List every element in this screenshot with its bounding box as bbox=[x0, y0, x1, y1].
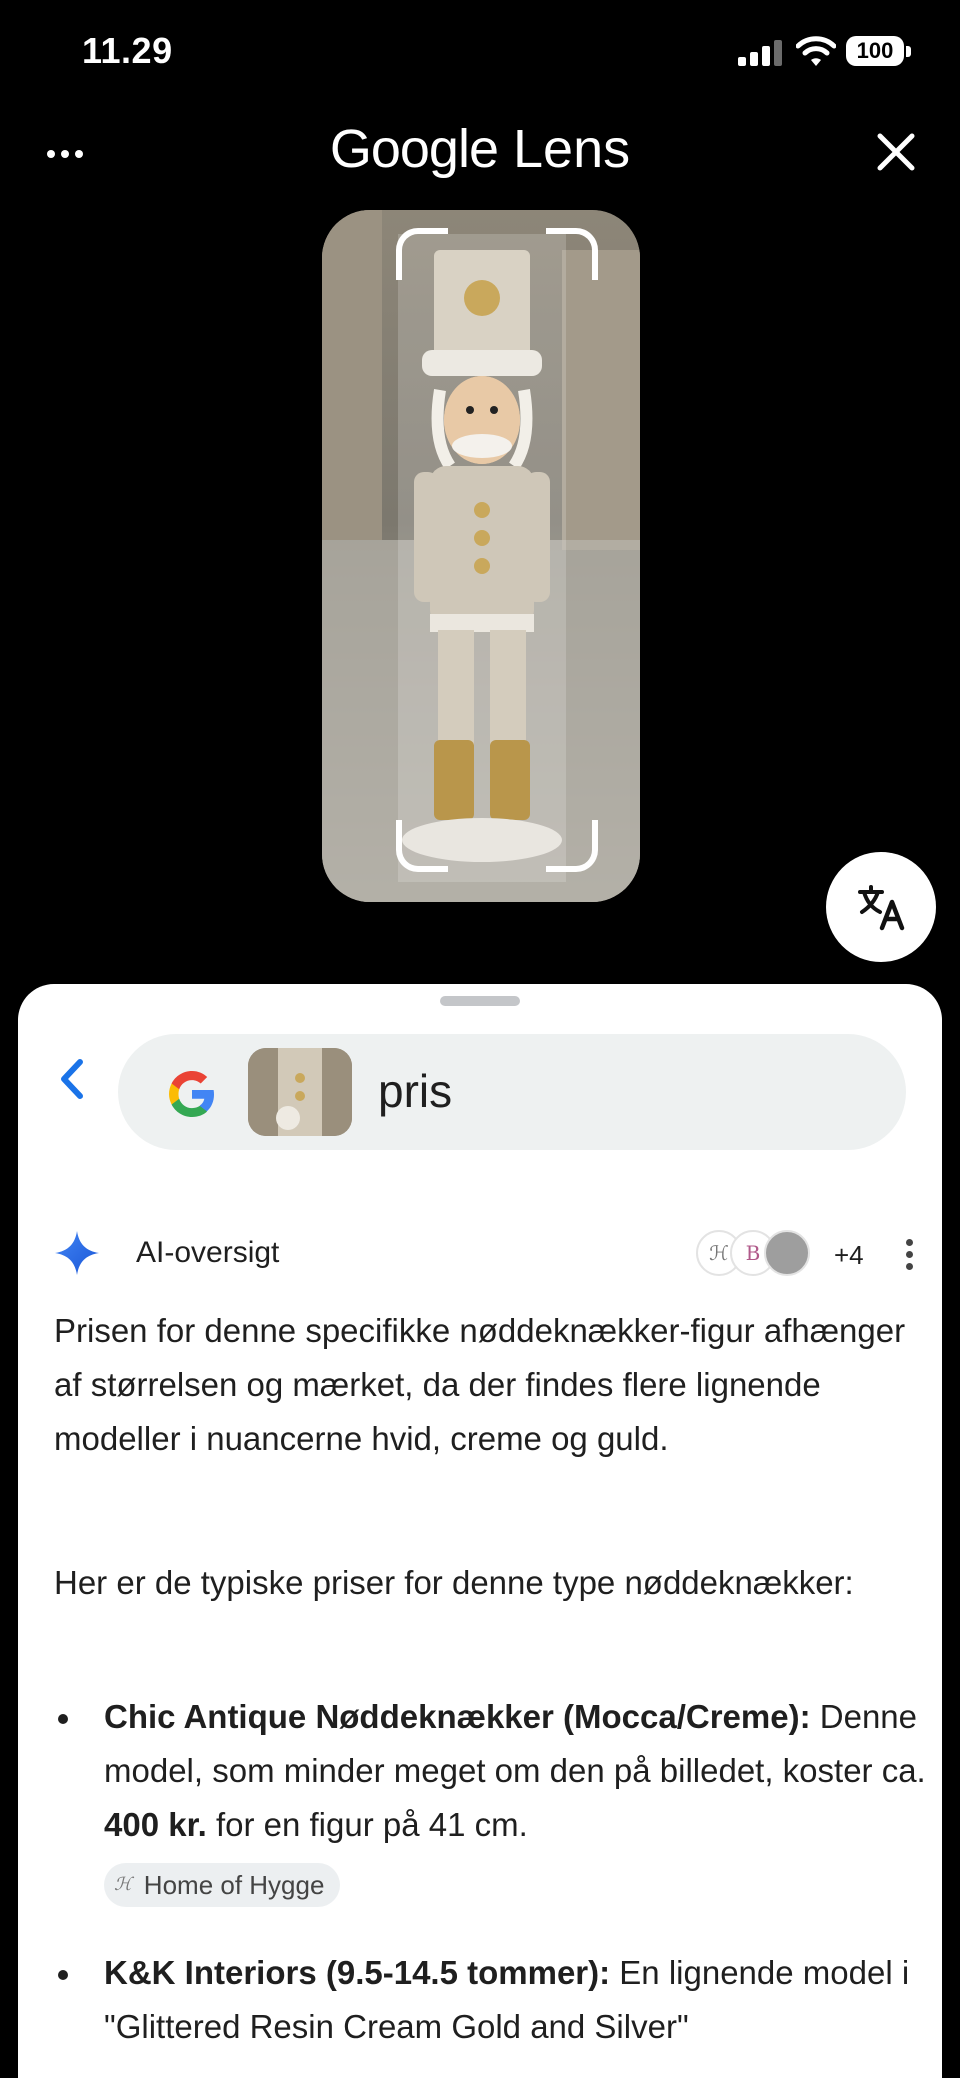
home-of-hygge-logo-icon: ℋ bbox=[114, 1874, 132, 1895]
list-item-text: for en figur på 41 cm. bbox=[215, 1806, 528, 1843]
ai-overview-header: AI-oversigt ℋ B +4 bbox=[54, 1224, 924, 1284]
ai-sparkle-icon bbox=[55, 1231, 99, 1275]
sheet-drag-handle[interactable] bbox=[440, 996, 520, 1006]
price-value: 400 kr. bbox=[104, 1806, 207, 1843]
search-query-text[interactable]: pris bbox=[378, 1064, 452, 1118]
results-sheet: pris AI-oversigt ℋ B +4 Prisen for denne… bbox=[18, 984, 942, 2078]
bullet-dot bbox=[58, 1714, 68, 1724]
translate-button[interactable] bbox=[826, 852, 936, 962]
bullet-dot bbox=[58, 1970, 68, 1980]
ai-overview-menu-button[interactable] bbox=[894, 1232, 924, 1276]
page-title: Google Lens bbox=[0, 118, 960, 180]
lens-image-preview[interactable] bbox=[322, 210, 640, 902]
lens-wordmark: Lens bbox=[513, 119, 631, 179]
query-image-thumbnail[interactable] bbox=[248, 1048, 352, 1136]
battery-icon: 100 bbox=[846, 36, 912, 68]
list-item-title: Chic Antique Nøddeknækker (Mocca/Creme): bbox=[104, 1698, 811, 1735]
ai-overview-paragraph: Her er de typiske priser for denne type … bbox=[54, 1564, 854, 1601]
google-wordmark: Google bbox=[329, 119, 499, 179]
source-chip-label: Home of Hygge bbox=[143, 1870, 325, 1900]
close-icon[interactable] bbox=[872, 128, 920, 176]
source-chip[interactable]: ℋ Home of Hygge bbox=[104, 1863, 341, 1907]
crop-corner-top-right[interactable] bbox=[546, 228, 598, 280]
ai-overview-paragraph: Prisen for denne specifikke nøddeknækker… bbox=[54, 1312, 906, 1457]
source-avatars[interactable]: ℋ B bbox=[696, 1230, 816, 1276]
crop-corner-bottom-right[interactable] bbox=[546, 820, 598, 872]
nutcracker-photo bbox=[322, 210, 640, 902]
more-sources-count[interactable]: +4 bbox=[834, 1240, 864, 1271]
wifi-icon bbox=[796, 36, 836, 66]
translate-icon bbox=[858, 885, 905, 931]
list-item-title: K&K Interiors (9.5-14.5 tommer): bbox=[104, 1954, 611, 1991]
status-time: 11.29 bbox=[82, 30, 173, 71]
crop-corner-top-left[interactable] bbox=[396, 228, 448, 280]
signal-icon bbox=[738, 40, 782, 66]
search-bar[interactable]: pris bbox=[118, 1034, 906, 1150]
crop-corner-bottom-left[interactable] bbox=[396, 820, 448, 872]
battery-level: 100 bbox=[856, 38, 894, 63]
source-avatar-photo bbox=[764, 1230, 810, 1276]
back-arrow-icon[interactable] bbox=[48, 1054, 98, 1104]
status-bar: 11.29 100 bbox=[0, 0, 960, 104]
ai-overview-title: AI-oversigt bbox=[136, 1236, 280, 1269]
google-g-icon bbox=[169, 1071, 214, 1117]
